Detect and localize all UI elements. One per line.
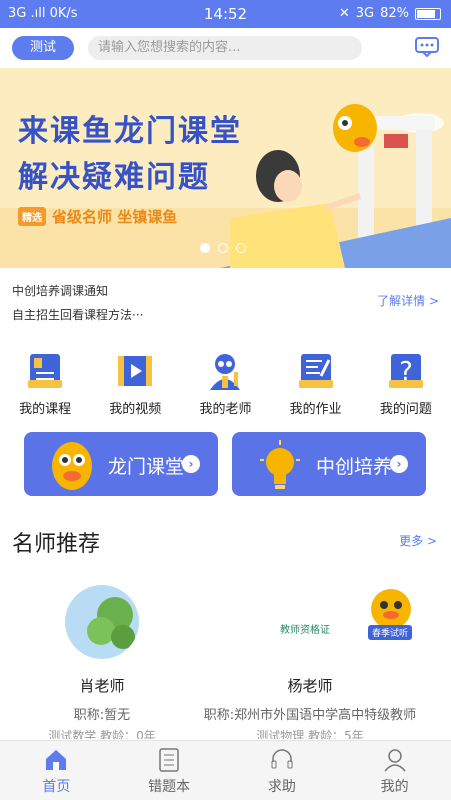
notebook-icon xyxy=(156,747,182,773)
teacher-icon xyxy=(204,350,246,392)
tab-home[interactable]: 首页 xyxy=(0,741,113,800)
fish-mascot-icon xyxy=(44,438,100,498)
trial-badge: 春季试听 xyxy=(368,625,413,640)
grid-item-my-courses[interactable]: 我的课程 xyxy=(5,350,85,425)
lightbulb-icon xyxy=(254,438,306,498)
notice-more-link[interactable]: 了解详情 > xyxy=(377,292,439,309)
battery-level xyxy=(417,9,436,18)
message-icon[interactable] xyxy=(414,36,440,58)
teacher-avatar: 教师资格证 春季试听 xyxy=(182,585,438,659)
battery-icon xyxy=(415,7,441,20)
notice-line-1[interactable]: 中创培养调课通知 xyxy=(12,282,108,299)
certificate-label: 教师资格证 xyxy=(280,625,330,636)
grid-label: 我的课程 xyxy=(19,402,72,417)
tab-label: 错题本 xyxy=(148,779,191,795)
grid-label: 我的问题 xyxy=(379,402,432,417)
profile-icon xyxy=(382,747,408,773)
pagination-dot[interactable] xyxy=(218,243,228,253)
zhongchuang-training-button[interactable]: 中创培养 › xyxy=(232,432,426,496)
status-right: ✕ 3G 82% xyxy=(339,6,441,21)
grid-item-my-questions[interactable]: ? 我的问题 xyxy=(366,350,446,425)
grid-item-my-videos[interactable]: 我的视频 xyxy=(95,350,175,425)
promo-banner[interactable]: 来课鱼龙门课堂 解决疑难问题 精选 省级名师 坐镇课鱼 xyxy=(0,68,451,268)
tab-label: 我的 xyxy=(380,779,409,795)
mute-icon: ✕ xyxy=(338,6,350,21)
section-more-link[interactable]: 更多 > xyxy=(399,532,437,549)
homework-icon xyxy=(295,350,337,392)
longmen-class-label: 龙门课堂 xyxy=(108,456,185,478)
teacher-card[interactable]: 教师资格证 春季试听 杨老师 职称:郑州市外国语中学高中特级教师 测试物理 教龄… xyxy=(182,585,438,739)
zhongchuang-training-label: 中创培养 xyxy=(316,456,393,478)
headset-icon xyxy=(269,747,295,773)
top-bar: 测试 请输入您想搜索的内容... xyxy=(0,28,451,68)
pagination-dot[interactable] xyxy=(200,243,210,253)
banner-subtitle: 解决疑难问题 xyxy=(18,160,210,195)
teacher-extra: 测试数学 教龄：0年 xyxy=(48,729,156,739)
grid-item-my-teachers[interactable]: 我的老师 xyxy=(185,350,265,425)
question-icon: ? xyxy=(385,350,427,392)
grid-label: 我的作业 xyxy=(289,402,342,417)
banner-tag: 精选 省级名师 坐镇课鱼 xyxy=(18,206,177,227)
teacher-title: 职称:郑州市外国语中学高中特级教师 xyxy=(203,708,417,723)
bottom-tab-bar: 首页 错题本 求助 我的 xyxy=(0,740,451,800)
tab-profile[interactable]: 我的 xyxy=(338,741,451,800)
home-icon xyxy=(43,747,69,773)
pagination-dot[interactable] xyxy=(236,243,246,253)
book-icon xyxy=(24,350,66,392)
city-button[interactable]: 测试 xyxy=(12,36,74,60)
grid-label: 我的视频 xyxy=(109,402,162,417)
teacher-extra: 测试物理 教龄：5年 xyxy=(256,729,364,739)
chevron-right-icon: › xyxy=(390,455,408,473)
video-icon xyxy=(114,350,156,392)
tab-mistakes[interactable]: 错题本 xyxy=(113,741,226,800)
teacher-avatar xyxy=(65,585,139,659)
section-title: 名师推荐 xyxy=(12,532,101,557)
grid-item-my-homework[interactable]: 我的作业 xyxy=(276,350,356,425)
battery-text: 82% xyxy=(380,6,409,21)
network-type: 3G xyxy=(355,6,375,21)
search-input[interactable]: 请输入您想搜索的内容... xyxy=(88,36,362,60)
banner-tag-pill: 精选 xyxy=(18,207,46,226)
chevron-right-icon: › xyxy=(182,455,200,473)
status-bar: 3G .ıll 0K/s 14:52 ✕ 3G 82% xyxy=(0,0,451,28)
notice-line-2[interactable]: 自主招生回看课程方法··· xyxy=(12,306,143,323)
banner-pagination xyxy=(200,243,246,253)
banner-title: 来课鱼龙门课堂 xyxy=(18,114,242,149)
tab-label: 求助 xyxy=(267,779,296,795)
tab-label: 首页 xyxy=(42,779,71,795)
longmen-class-button[interactable]: 龙门课堂 › xyxy=(24,432,218,496)
tab-help[interactable]: 求助 xyxy=(226,741,339,800)
grid-label: 我的老师 xyxy=(199,402,252,417)
teacher-card[interactable]: 肖老师 职称:暂无 测试数学 教龄：0年 xyxy=(2,585,202,739)
banner-tag-text: 省级名师 坐镇课鱼 xyxy=(52,208,178,226)
teacher-title: 职称:暂无 xyxy=(73,708,131,723)
teacher-name: 肖老师 xyxy=(79,677,125,695)
notice-panel: 中创培养调课通知 自主招生回看课程方法··· 了解详情 > xyxy=(0,270,451,330)
teacher-name: 杨老师 xyxy=(287,677,333,695)
feature-grid: 我的课程 我的视频 我的老师 我的作业 ? 我的问题 xyxy=(0,350,451,425)
